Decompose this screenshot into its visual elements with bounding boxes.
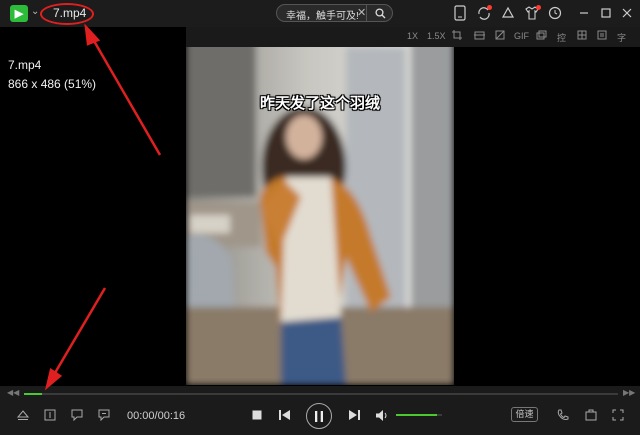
annotation-arrows [44, 23, 162, 391]
